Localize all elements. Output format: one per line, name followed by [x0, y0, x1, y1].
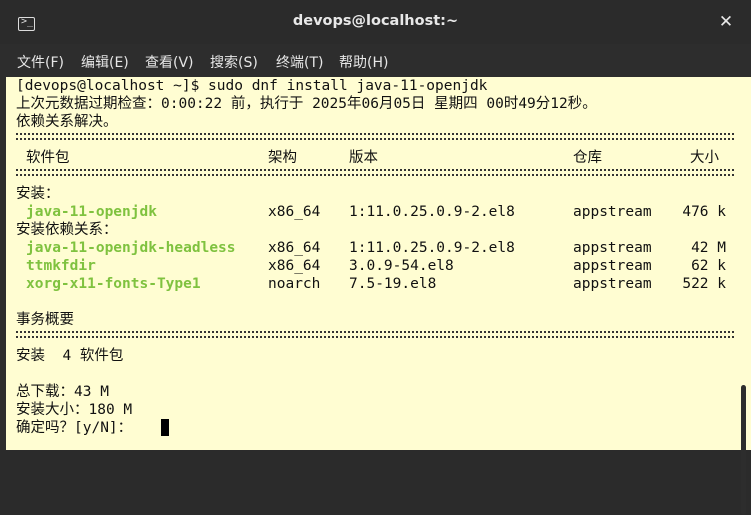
package-name: java-11-openjdk-headless [26, 240, 236, 256]
text-cursor [161, 419, 169, 436]
prompt-line: [devops@localhost ~]$ sudo dnf install j… [16, 78, 488, 94]
menu-edit[interactable]: 编辑(E) [81, 52, 129, 72]
header-arch: 架构 [268, 150, 297, 166]
header-size: 大小 [690, 150, 719, 166]
terminal-window: >_ devops@localhost:~ ✕ 文件(F) 编辑(E) 查看(V… [0, 0, 751, 515]
title-bar[interactable]: >_ devops@localhost:~ ✕ [0, 0, 751, 44]
install-label: 安装： [16, 186, 60, 202]
package-repo: appstream [573, 204, 652, 220]
resolved-line: 依赖关系解决。 [16, 114, 118, 130]
package-name: ttmkfdir [26, 258, 96, 274]
menu-bar: 文件(F) 编辑(E) 查看(V) 搜索(S) 终端(T) 帮助(H) [0, 44, 751, 77]
header-repo: 仓库 [573, 150, 602, 166]
confirm-prompt: 确定吗？[y/N]： [16, 420, 141, 436]
menu-terminal[interactable]: 终端(T) [276, 52, 323, 72]
menu-help[interactable]: 帮助(H) [339, 52, 388, 72]
package-repo: appstream [573, 240, 652, 256]
package-size: 476 k [682, 204, 726, 220]
window-title: devops@localhost:~ [292, 13, 459, 29]
separator [16, 169, 734, 176]
package-version: 7.5-19.el8 [349, 276, 437, 292]
package-size: 62 k [691, 258, 726, 274]
package-arch: noarch [268, 276, 321, 292]
package-arch: x86_64 [268, 258, 321, 274]
package-name: xorg-x11-fonts-Type1 [26, 276, 201, 292]
scrollbar[interactable] [741, 385, 746, 515]
package-repo: appstream [573, 258, 652, 274]
menu-search[interactable]: 搜索(S) [210, 52, 258, 72]
header-package: 软件包 [26, 150, 70, 166]
deps-label: 安装依赖关系： [16, 222, 118, 238]
total-download-line: 总下载：43 M [16, 384, 109, 400]
package-repo: appstream [573, 276, 652, 292]
menu-file[interactable]: 文件(F) [17, 52, 64, 72]
package-arch: x86_64 [268, 240, 321, 256]
summary-label: 事务概要 [16, 312, 74, 328]
package-size: 42 M [691, 240, 726, 256]
package-name: java-11-openjdk [26, 204, 157, 220]
terminal-output[interactable]: [devops@localhost ~]$ sudo dnf install j… [0, 77, 751, 515]
package-version: 1:11.0.25.0.9-2.el8 [349, 240, 515, 256]
close-icon[interactable]: ✕ [718, 13, 734, 31]
install-count-line: 安装 4 软件包 [16, 348, 124, 364]
package-version: 1:11.0.25.0.9-2.el8 [349, 204, 515, 220]
install-size-line: 安装大小：180 M [16, 402, 133, 418]
metadata-line: 上次元数据过期检查：0:00:22 前，执行于 2025年06月05日 星期四 … [16, 96, 597, 112]
header-version: 版本 [349, 150, 378, 166]
package-arch: x86_64 [268, 204, 321, 220]
separator [16, 133, 734, 140]
package-size: 522 k [682, 276, 726, 292]
package-version: 3.0.9-54.el8 [349, 258, 454, 274]
separator [16, 331, 734, 338]
menu-view[interactable]: 查看(V) [145, 52, 194, 72]
